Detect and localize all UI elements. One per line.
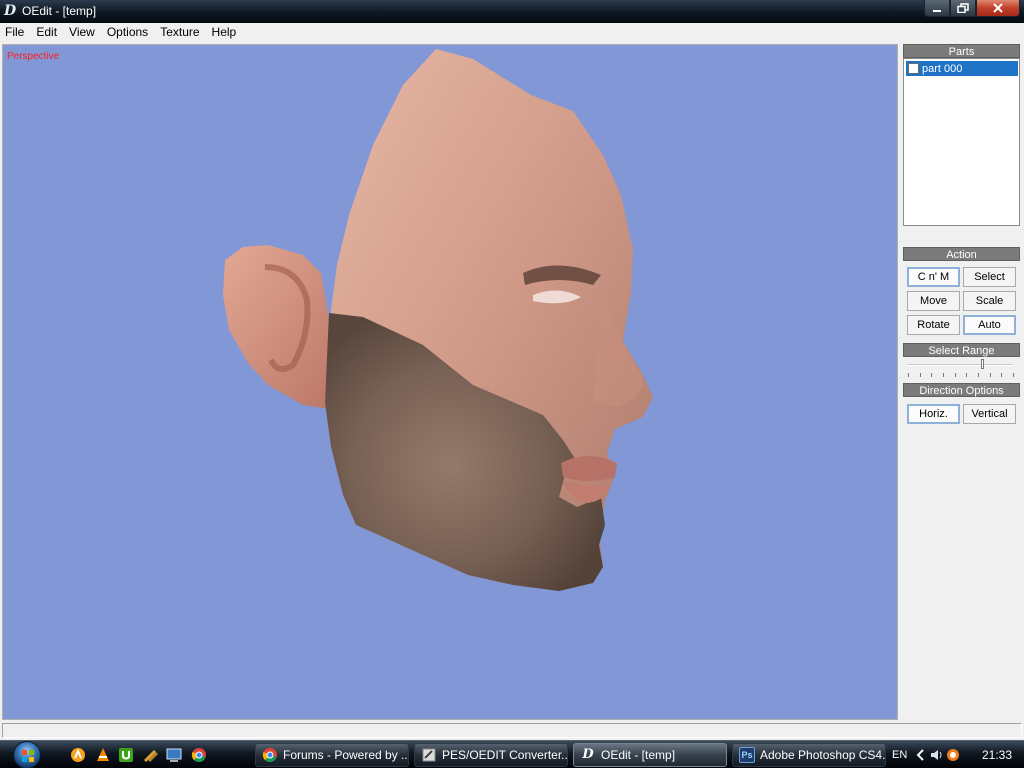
task-photoshop[interactable]: Ps Adobe Photoshop CS4... [732, 743, 886, 767]
taskbar: Forums - Powered by ... PES/OEDIT Conver… [0, 740, 1024, 768]
slider-thumb[interactable] [981, 359, 984, 369]
menu-file[interactable]: File [0, 23, 30, 42]
close-icon [993, 3, 1003, 13]
utorrent-icon[interactable] [118, 747, 134, 763]
part-checkbox[interactable] [908, 63, 919, 74]
rotate-button[interactable]: Rotate [907, 315, 960, 335]
task-oedit[interactable]: D OEdit - [temp] [573, 743, 727, 767]
vlc-icon[interactable] [95, 747, 111, 763]
oedit-app-icon: D [4, 3, 17, 19]
move-button[interactable]: Move [907, 291, 960, 311]
oedit-icon: D [582, 747, 594, 762]
task-forums[interactable]: Forums - Powered by ... [255, 743, 409, 767]
chrome-icon[interactable] [191, 747, 207, 763]
parts-list[interactable]: part 000 [903, 58, 1020, 226]
list-item[interactable]: part 000 [906, 61, 1018, 76]
minimize-icon [933, 10, 941, 12]
slider-ticks [908, 373, 1014, 377]
auto-button[interactable]: Auto [963, 315, 1016, 335]
action-header: Action [903, 247, 1020, 261]
horiz-button[interactable]: Horiz. [907, 404, 960, 424]
task-label: Forums - Powered by ... [283, 748, 409, 762]
vertical-button[interactable]: Vertical [963, 404, 1016, 424]
show-hidden-icons-icon[interactable] [914, 748, 928, 762]
window-title: OEdit - [temp] [22, 4, 97, 18]
converter-icon [422, 748, 436, 762]
slider-track [908, 364, 1012, 366]
select-range-slider[interactable] [908, 359, 1016, 379]
restore-icon [957, 3, 969, 13]
system-tray: EN 21:33 [884, 741, 1024, 768]
select-range-header: Select Range [903, 343, 1020, 357]
network-icon[interactable] [946, 748, 960, 762]
avast-icon[interactable] [70, 747, 86, 763]
status-bar [0, 720, 1024, 740]
task-label: OEdit - [temp] [601, 748, 676, 762]
title-bar: D OEdit - [temp] [0, 0, 1024, 23]
task-converter[interactable]: PES/OEDIT Converter... [414, 743, 568, 767]
photoshop-icon: Ps [739, 747, 755, 763]
close-button[interactable] [976, 0, 1020, 17]
show-desktop-icon[interactable] [166, 747, 182, 763]
window-controls [924, 0, 1020, 17]
cnm-button[interactable]: C n' M [907, 267, 960, 287]
menu-bar: File Edit View Options Texture Help [0, 23, 1024, 42]
tool-panel: Parts part 000 Action C n' M Select Move… [900, 42, 1024, 720]
chrome-icon [262, 748, 277, 762]
volume-icon[interactable] [930, 748, 944, 762]
start-button[interactable] [10, 741, 44, 768]
menu-view[interactable]: View [63, 23, 101, 42]
minimize-button[interactable] [924, 0, 950, 17]
tools-icon[interactable] [143, 747, 159, 763]
mouth-shape [561, 456, 617, 481]
part-label: part 000 [922, 62, 963, 75]
3d-viewport[interactable]: Perspective [2, 44, 898, 720]
menu-options[interactable]: Options [101, 23, 154, 42]
direction-options-header: Direction Options [903, 383, 1020, 397]
status-field [2, 723, 1022, 738]
windows-logo-icon [13, 741, 41, 768]
task-label: PES/OEDIT Converter... [442, 748, 568, 762]
menu-texture[interactable]: Texture [154, 23, 205, 42]
task-label: Adobe Photoshop CS4... [760, 748, 886, 762]
maximize-button[interactable] [950, 0, 976, 17]
viewport-mode-label: Perspective [7, 51, 60, 62]
clock[interactable]: 21:33 [982, 747, 1012, 763]
scale-button[interactable]: Scale [963, 291, 1016, 311]
head-model[interactable] [3, 45, 898, 720]
menu-help[interactable]: Help [206, 23, 243, 42]
language-indicator[interactable]: EN [892, 747, 912, 763]
menu-edit[interactable]: Edit [30, 23, 63, 42]
parts-header: Parts [903, 44, 1020, 58]
select-button[interactable]: Select [963, 267, 1016, 287]
